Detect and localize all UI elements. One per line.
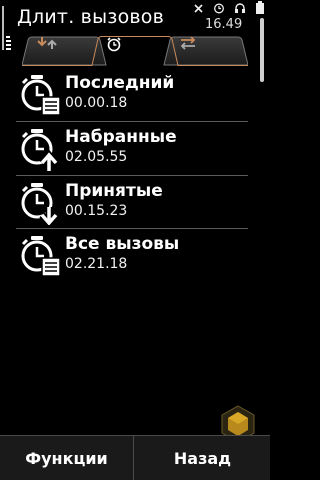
- list-item-all-calls[interactable]: Все вызовы 02.21.18: [0, 228, 270, 280]
- options-button[interactable]: Функции: [0, 436, 134, 480]
- headset-icon: [234, 0, 246, 18]
- close-icon: [193, 0, 204, 18]
- list-item-label: Последний: [65, 73, 175, 93]
- list-item-duration: 00.15.23: [65, 203, 128, 219]
- list-item-label: Все вызовы: [65, 234, 180, 254]
- data-counter-tab[interactable]: [178, 36, 234, 66]
- list-item-dialled[interactable]: Набранные 02.05.55: [0, 121, 270, 173]
- battery-icon: [255, 0, 265, 18]
- back-button[interactable]: Назад: [135, 436, 270, 480]
- list-item-duration: 02.21.18: [65, 256, 128, 272]
- call-duration-tab[interactable]: [106, 36, 164, 66]
- list-item-last-call[interactable]: Последний 00.00.18: [0, 67, 270, 119]
- stopwatch-list-icon: [18, 73, 62, 117]
- list-item-label: Принятые: [65, 181, 163, 201]
- clock: 16.49: [205, 17, 243, 32]
- stopwatch-incoming-icon: [18, 181, 62, 229]
- page-title: Длит. вызовов: [17, 6, 165, 28]
- list-item-label: Набранные: [65, 127, 177, 147]
- alarm-icon: [213, 0, 225, 18]
- tab-bar: [22, 36, 248, 66]
- status-icons: [193, 0, 265, 18]
- softkey-bar: Функции Назад: [0, 435, 270, 480]
- status-header: Длит. вызовов 16.49: [0, 0, 270, 50]
- stopwatch-outgoing-icon: [18, 127, 62, 171]
- last-call-tab[interactable]: [36, 36, 92, 66]
- signal-strength-icon: [1, 4, 13, 54]
- stopwatch-all-icon: [18, 234, 62, 278]
- list-item-duration: 00.00.18: [65, 95, 128, 111]
- list-item-duration: 02.05.55: [65, 149, 128, 165]
- list-item-received[interactable]: Принятые 00.15.23: [0, 175, 270, 229]
